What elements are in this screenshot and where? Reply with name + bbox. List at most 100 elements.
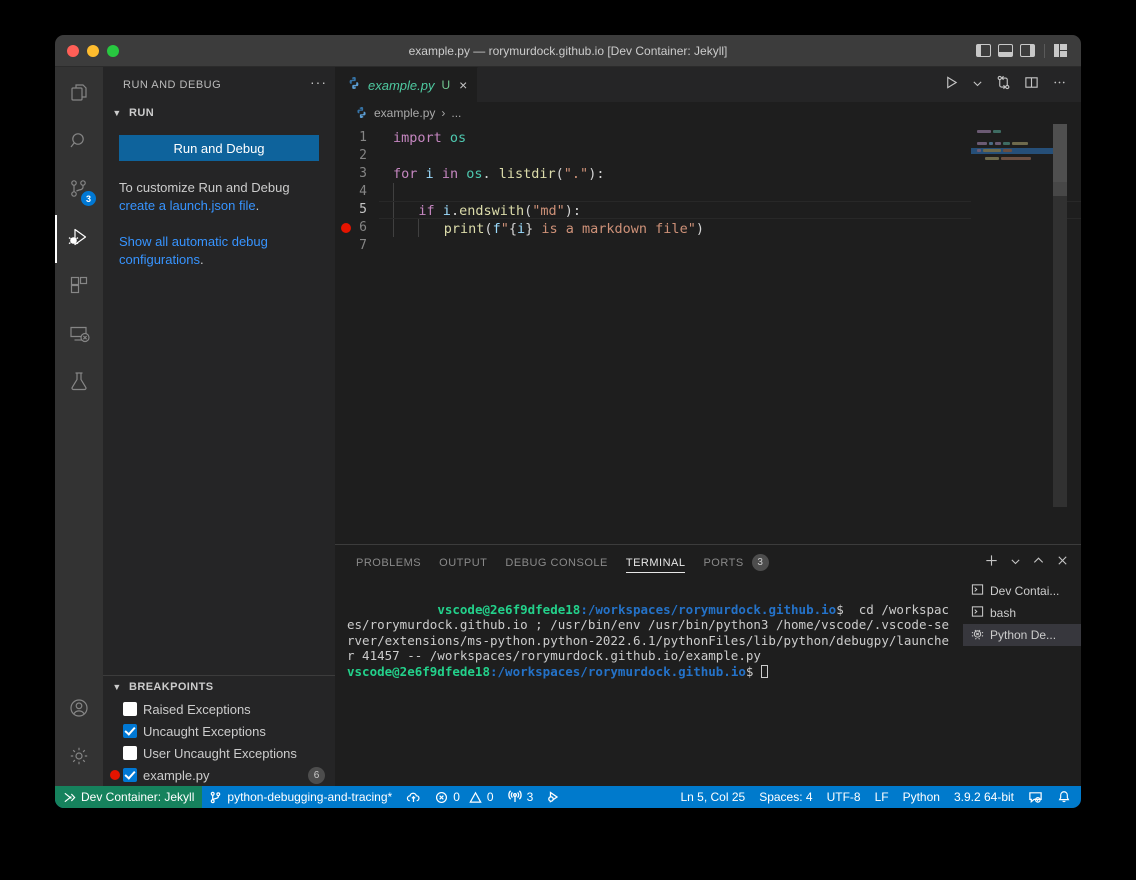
panel-tab-label: PORTS (703, 556, 744, 569)
maximize-window-button[interactable] (107, 44, 119, 57)
code-text: for i in os. listdir("."): (379, 165, 604, 183)
panel-tab-debug-console[interactable]: DEBUG CONSOLE (496, 545, 616, 580)
panel-tab-ports[interactable]: PORTS 3 (694, 545, 777, 580)
code-line: 4 (335, 183, 1081, 201)
breakpoints-section-header[interactable]: ▼ BREAKPOINTS (103, 676, 335, 698)
chevron-down-icon[interactable] (972, 76, 983, 94)
show-all-debug-configurations-link[interactable]: Show all automatic debug configurations (119, 234, 268, 267)
editor-breakpoint-icon[interactable] (341, 223, 351, 233)
activity-search[interactable] (55, 119, 103, 167)
activity-explorer[interactable] (55, 71, 103, 119)
breakpoint-row[interactable]: Uncaught Exceptions (103, 720, 335, 742)
breakpoint-row[interactable]: example.py 6 (103, 764, 335, 786)
line-number: 4 (359, 184, 367, 199)
customize-layout-icon[interactable] (1054, 44, 1069, 57)
terminal-tab[interactable]: Dev Contai... (963, 580, 1081, 602)
minimap[interactable] (971, 124, 1067, 544)
status-feedback[interactable] (1021, 786, 1050, 808)
chevron-down-icon[interactable] (1010, 554, 1021, 572)
breadcrumb-separator: › (441, 106, 446, 120)
code-token: os (466, 166, 483, 182)
split-editor-icon[interactable] (1024, 75, 1039, 95)
activity-source-control[interactable]: 3 (55, 167, 103, 215)
terminal-output[interactable]: vscode@2e6f9dfede18:/workspaces/rorymurd… (335, 580, 963, 786)
code-token: os (449, 130, 467, 146)
breakpoint-checkbox[interactable] (123, 768, 137, 782)
status-indentation[interactable]: Spaces: 4 (752, 786, 819, 808)
status-python-interpreter[interactable]: 3.9.2 64-bit (947, 786, 1021, 808)
chevron-up-icon[interactable] (1032, 554, 1045, 572)
warning-icon (469, 791, 482, 804)
sidebar-title: RUN AND DEBUG (123, 78, 222, 91)
code-lines: 1 import os 2 3 for i in os. listdir("."): 4 … (335, 124, 1081, 544)
status-sync[interactable] (399, 786, 428, 808)
code-token: i (425, 166, 434, 182)
code-token: ): (588, 166, 605, 182)
panel-tab-output[interactable]: OUTPUT (430, 545, 496, 580)
status-remote-indicator[interactable]: Dev Container: Jekyll (55, 786, 203, 808)
toggle-primary-sidebar-icon[interactable] (976, 44, 991, 57)
editor-toolbar (944, 67, 1081, 102)
status-debug-console-icon-item[interactable] (540, 786, 568, 808)
breakpoint-checkbox[interactable] (123, 746, 137, 760)
extensions-icon (68, 274, 90, 301)
status-eol[interactable]: LF (868, 786, 896, 808)
bottom-panel: PROBLEMS OUTPUT DEBUG CONSOLE TERMINAL PORTS… (335, 544, 1081, 786)
run-debug-icon (67, 225, 91, 254)
panel-tab-problems[interactable]: PROBLEMS (347, 545, 430, 580)
breakpoints-section: ▼ BREAKPOINTS Raised Exceptions Uncaught … (103, 675, 335, 786)
indent-guide (393, 201, 394, 219)
scrollbar-track[interactable] (1053, 182, 1067, 507)
breakpoint-row[interactable]: User Uncaught Exceptions (103, 742, 335, 764)
compare-icon[interactable] (996, 75, 1011, 95)
status-encoding[interactable]: UTF-8 (820, 786, 868, 808)
breakpoint-row[interactable]: Raised Exceptions (103, 698, 335, 720)
plus-icon[interactable] (984, 553, 999, 573)
code-token: "md" (532, 203, 565, 219)
editor-pane: example.py U × example.py › ... 1 import… (335, 67, 1081, 544)
code-editor[interactable]: 1 import os 2 3 for i in os. listdir("."): 4 … (335, 124, 1081, 544)
status-cursor-position[interactable]: Ln 5, Col 25 (673, 786, 752, 808)
run-section-header[interactable]: ▼ RUN (103, 102, 335, 124)
terminal-tab[interactable]: Python De... (963, 624, 1081, 646)
create-launch-json-link[interactable]: create a launch.json file (119, 198, 256, 213)
tab-example-py[interactable]: example.py U × (335, 67, 479, 102)
sidebar-more-actions-button[interactable]: ··· (310, 75, 327, 94)
panel-tab-terminal[interactable]: TERMINAL (617, 545, 695, 580)
run-and-debug-button[interactable]: Run and Debug (119, 135, 319, 161)
panel-body: vscode@2e6f9dfede18:/workspaces/rorymurd… (335, 580, 1081, 786)
status-problems[interactable]: 0 0 (428, 786, 500, 808)
customize-period: . (255, 198, 260, 213)
breakpoint-checkbox[interactable] (123, 724, 137, 738)
activity-settings[interactable] (55, 734, 103, 782)
activity-remote-explorer[interactable] (55, 311, 103, 359)
title-bar: example.py — rorymurdock.github.io [Dev … (55, 35, 1081, 67)
activity-accounts[interactable] (55, 686, 103, 734)
breadcrumb-more[interactable]: ... (451, 106, 461, 120)
activity-run-and-debug[interactable] (55, 215, 103, 263)
code-token: endswith (459, 203, 525, 219)
code-token: "." (563, 166, 589, 182)
toggle-secondary-sidebar-icon[interactable] (1020, 44, 1035, 57)
status-branch[interactable]: python-debugging-and-tracing* (202, 786, 399, 808)
close-tab-button[interactable]: × (459, 78, 467, 92)
close-icon[interactable] (1056, 554, 1069, 572)
terminal-tab[interactable]: bash (963, 602, 1081, 624)
more-editor-actions-icon[interactable] (1052, 75, 1067, 95)
breadcrumb-file[interactable]: example.py (374, 106, 435, 120)
play-icon[interactable] (944, 75, 959, 95)
breakpoint-checkbox[interactable] (123, 702, 137, 716)
close-window-button[interactable] (67, 44, 79, 57)
activity-testing[interactable] (55, 359, 103, 407)
toggle-panel-icon[interactable] (998, 44, 1013, 57)
activity-bar: 3 (55, 67, 103, 786)
status-notifications[interactable] (1050, 786, 1081, 808)
tab-untracked-badge: U (441, 78, 451, 92)
status-language-mode[interactable]: Python (896, 786, 947, 808)
activity-extensions[interactable] (55, 263, 103, 311)
status-ports[interactable]: 3 (501, 786, 541, 808)
breakpoint-dot-icon (110, 770, 120, 780)
minimize-window-button[interactable] (87, 44, 99, 57)
